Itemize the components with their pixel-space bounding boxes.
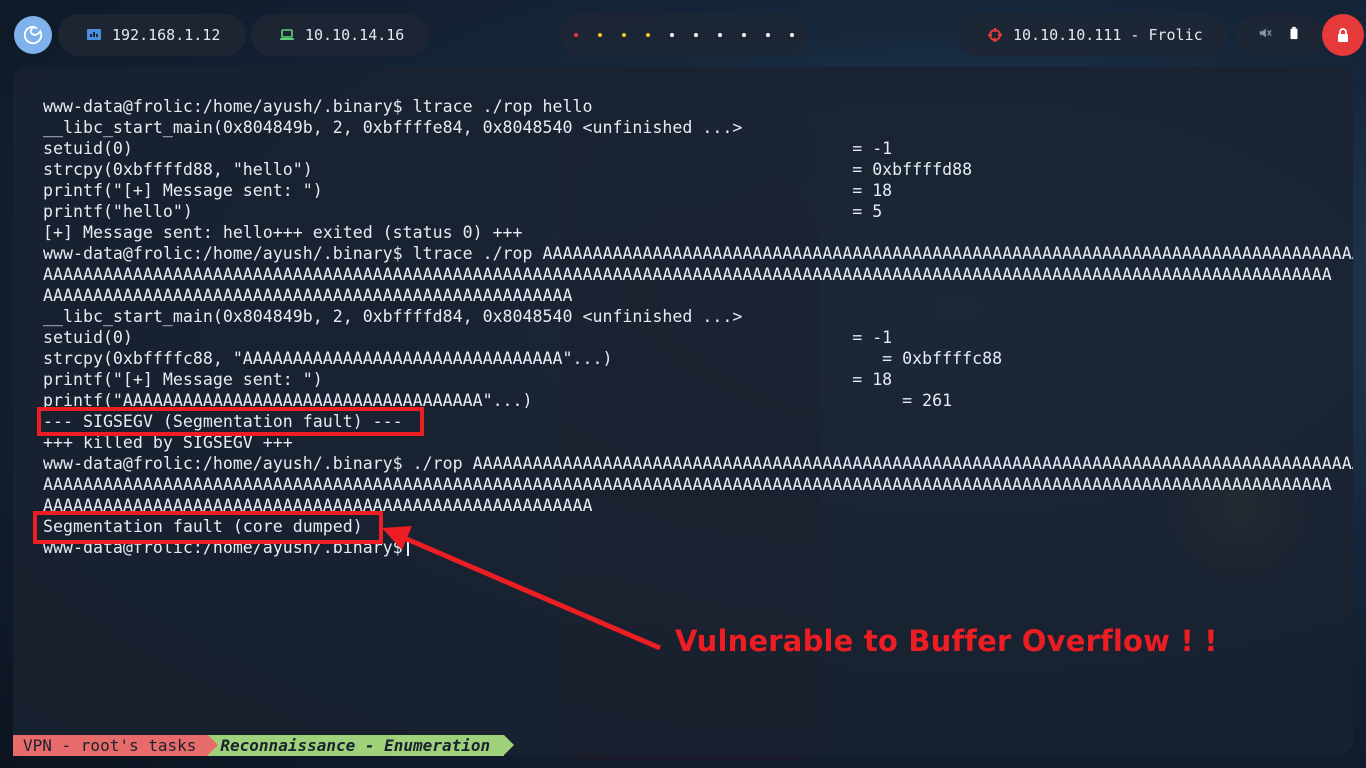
terminal-line: printf("[+] Message sent: ") = 18 [43, 181, 893, 200]
network-icon [86, 27, 102, 43]
volume-muted-icon[interactable] [1258, 26, 1272, 44]
workspace-dot[interactable] [790, 33, 794, 37]
terminal-line: printf("[+] Message sent: ") = 18 [43, 370, 893, 389]
workspace-dot[interactable] [622, 33, 626, 37]
target-icon [987, 27, 1003, 43]
terminal-cursor [406, 539, 409, 556]
vpn-ip-widget[interactable]: 10.10.14.16 [251, 14, 429, 56]
workspace-dot[interactable] [670, 33, 674, 37]
vpn-ip-text: 10.10.14.16 [305, 26, 405, 44]
segfault-highlight-box [33, 511, 383, 544]
status-session: VPN - root's tasks [13, 735, 219, 756]
terminal-line: AAAAAAAAAAAAAAAAAAAAAAAAAAAAAAAAAAAAAAAA… [43, 475, 1332, 494]
laptop-icon [279, 27, 295, 43]
terminal-line: __libc_start_main(0x804849b, 2, 0xbffffd… [43, 307, 743, 326]
workspace-switcher[interactable] [560, 14, 808, 56]
top-bar: 192.168.1.12 10.10.14.16 10.10.10.111 - … [0, 0, 1366, 70]
terminal-line: www-data@frolic:/home/ayush/.binary$ ./r… [43, 454, 1353, 473]
terminal-line: [+] Message sent: hello+++ exited (statu… [43, 223, 523, 242]
workspace-dot[interactable] [694, 33, 698, 37]
terminal-line: AAAAAAAAAAAAAAAAAAAAAAAAAAAAAAAAAAAAAAAA… [43, 265, 1332, 284]
workspace-dot[interactable] [766, 33, 770, 37]
local-ip-widget[interactable]: 192.168.1.12 [58, 14, 246, 56]
workspace-dot[interactable] [598, 33, 602, 37]
terminal-output: www-data@frolic:/home/ayush/.binary$ ltr… [43, 96, 1353, 558]
terminal-line: setuid(0) = -1 [43, 139, 893, 158]
terminal-line: www-data@frolic:/home/ayush/.binary$ ltr… [43, 97, 593, 116]
battery-icon[interactable] [1287, 26, 1301, 44]
system-tray [1236, 14, 1322, 56]
workspace-dot[interactable] [646, 33, 650, 37]
lock-icon[interactable] [1322, 14, 1364, 56]
distro-logo-icon[interactable] [14, 16, 52, 54]
terminal-line: printf("hello") = 5 [43, 202, 883, 221]
sigsegv-highlight-box [37, 407, 424, 436]
target-text: 10.10.10.111 - Frolic [1013, 26, 1203, 44]
local-ip-text: 192.168.1.12 [112, 26, 221, 44]
overflow-callout-text: Vulnerable to Buffer Overflow ! ! [675, 624, 1218, 658]
terminal-line: strcpy(0xbffffc88, "AAAAAAAAAAAAAAAAAAAA… [43, 349, 1003, 368]
terminal-line: AAAAAAAAAAAAAAAAAAAAAAAAAAAAAAAAAAAAAAAA… [43, 286, 573, 305]
workspace-dot[interactable] [718, 33, 722, 37]
workspace-dot[interactable] [742, 33, 746, 37]
terminal-line: __libc_start_main(0x804849b, 2, 0xbffffe… [43, 118, 743, 137]
terminal-line: strcpy(0xbffffd88, "hello") = 0xbffffd88 [43, 160, 973, 179]
terminal-line: setuid(0) = -1 [43, 328, 893, 347]
tmux-status-bar: VPN - root's tasks Reconnaissance - Enum… [13, 735, 514, 756]
target-widget[interactable]: 10.10.10.111 - Frolic [957, 14, 1227, 56]
workspace-dot[interactable] [574, 33, 578, 37]
terminal-line: www-data@frolic:/home/ayush/.binary$ ltr… [43, 244, 1353, 263]
status-window: Reconnaissance - Enumeration [208, 735, 514, 756]
